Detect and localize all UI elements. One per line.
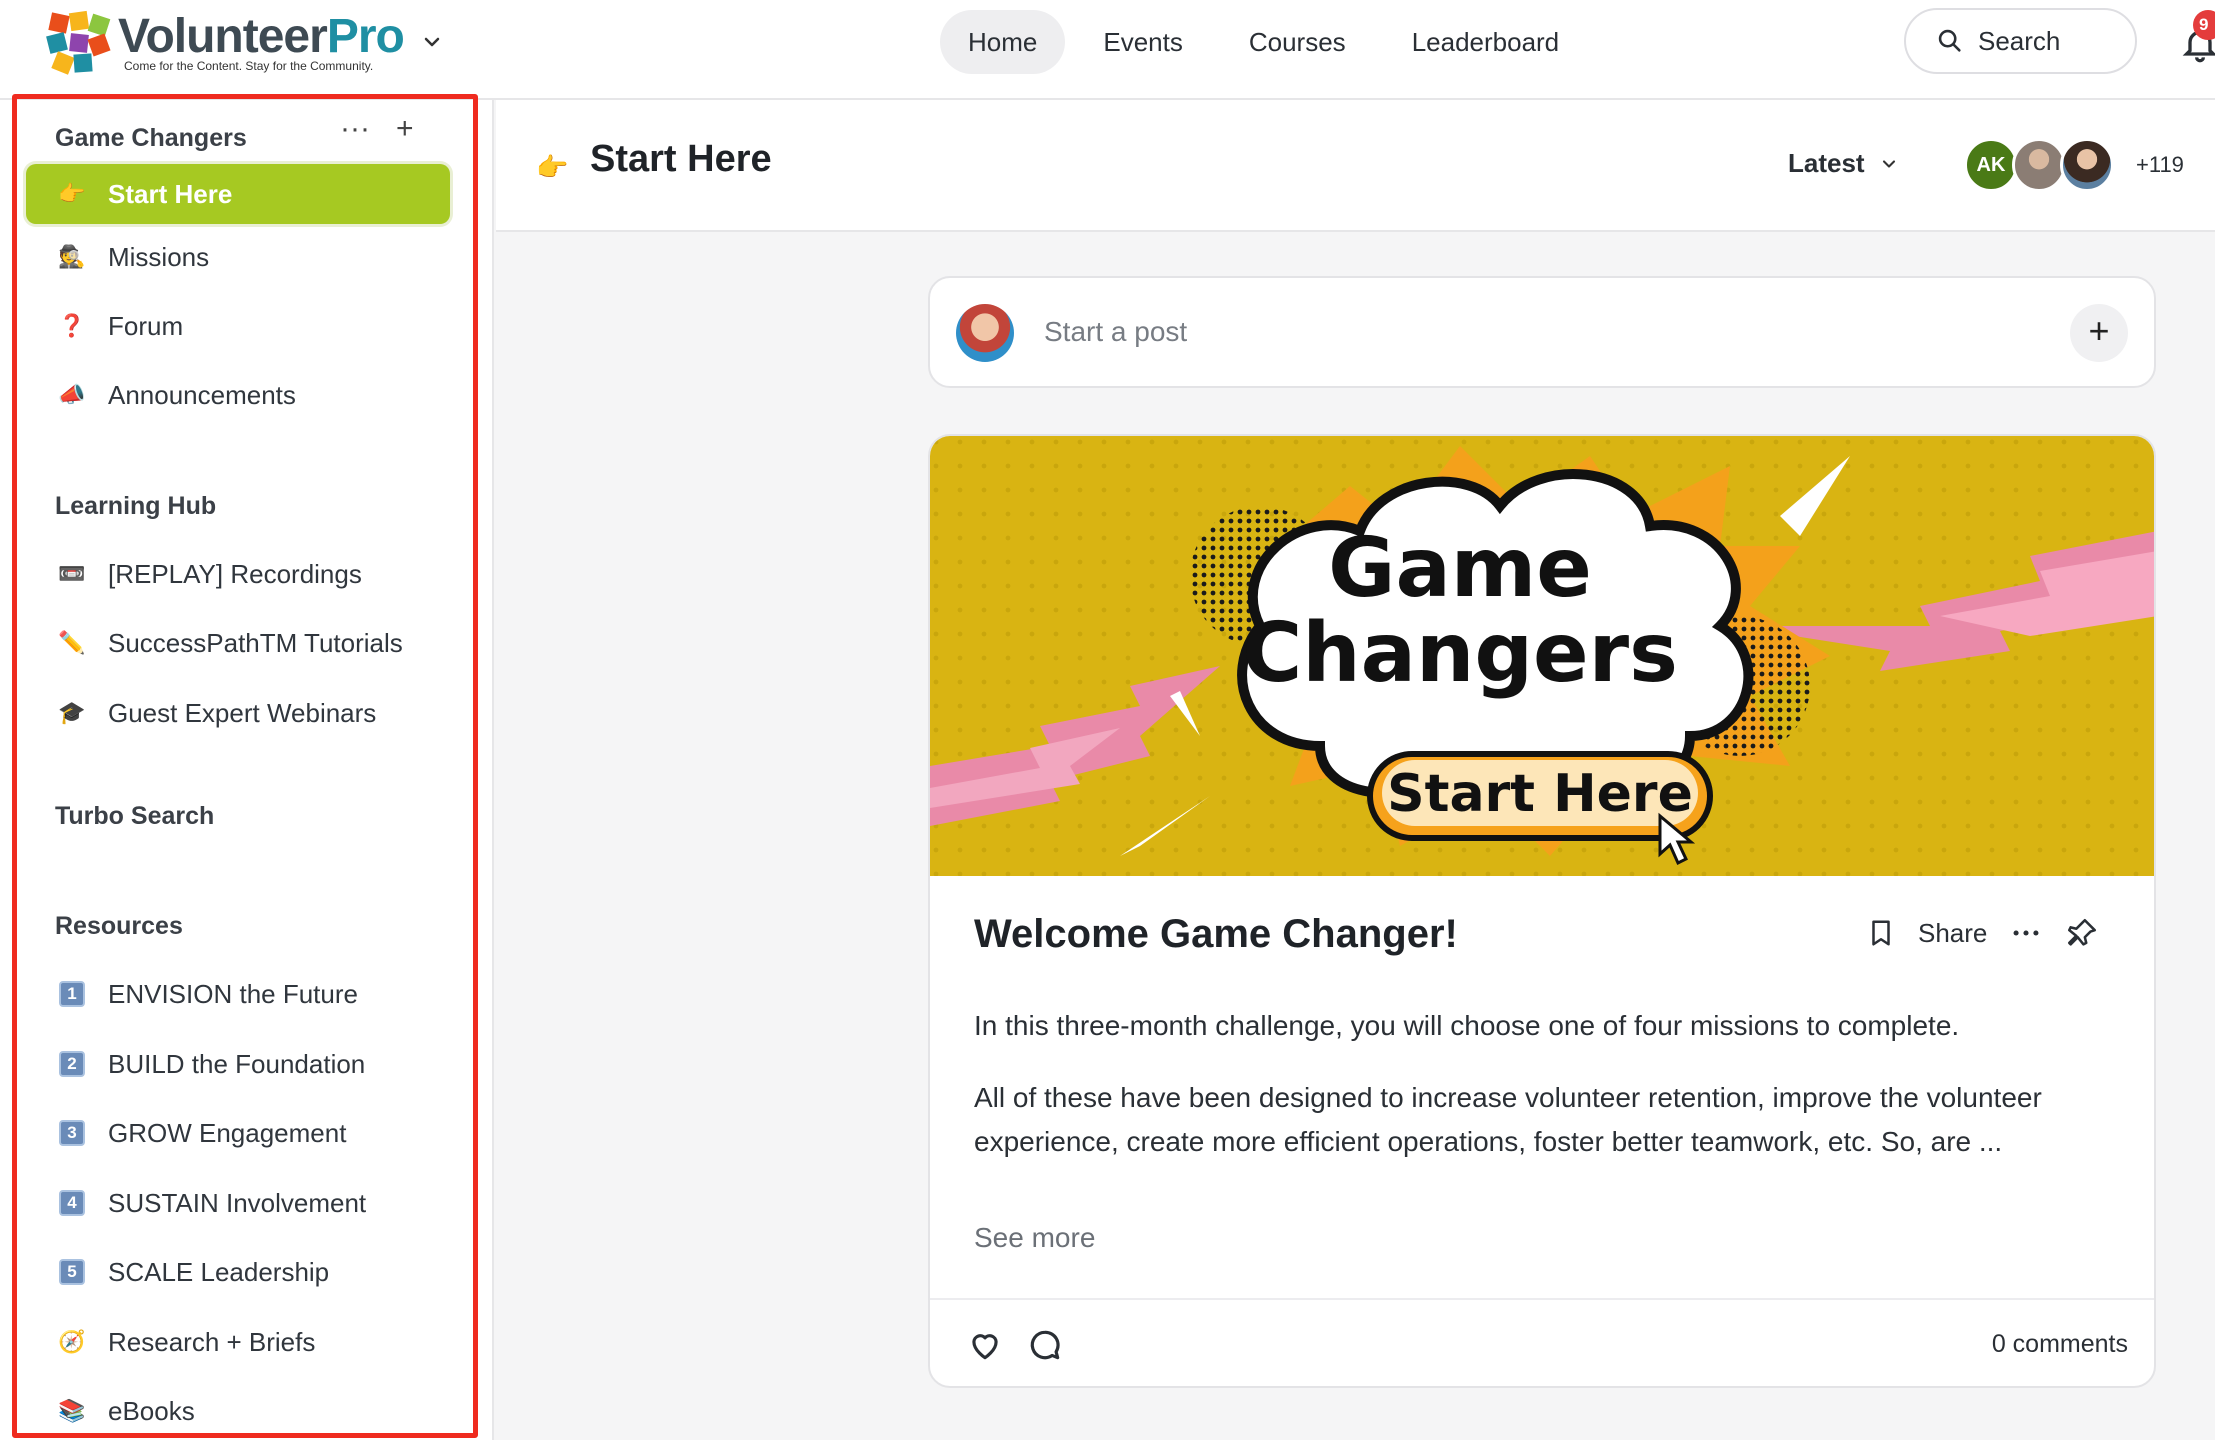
search-button[interactable]: Search	[1904, 8, 2137, 74]
sidebar-item-start-here[interactable]: 👉 Start Here	[26, 164, 450, 224]
main-nav: Home Events Courses Leaderboard	[940, 10, 1587, 74]
section-title-resources[interactable]: Resources	[55, 912, 183, 941]
nav-events[interactable]: Events	[1075, 10, 1211, 74]
share-button[interactable]: Share	[1918, 918, 1987, 949]
nav-courses[interactable]: Courses	[1221, 10, 1374, 74]
comment-icon[interactable]	[1026, 1326, 1064, 1364]
sidebar-item-ebooks[interactable]: 📚 eBooks	[26, 1381, 450, 1440]
sidebar-item-label: BUILD the Foundation	[108, 1048, 366, 1079]
sidebar-item-research-briefs[interactable]: 🧭 Research + Briefs	[26, 1312, 450, 1372]
post-composer[interactable]: Start a post +	[928, 276, 2156, 388]
post-paragraph: All of these have been designed to incre…	[974, 1082, 2042, 1157]
sidebar-item-sustain[interactable]: 4 SUSTAIN Involvement	[26, 1173, 450, 1233]
section-title-game-changers[interactable]: Game Changers	[55, 124, 247, 153]
search-label: Search	[1978, 25, 2061, 56]
comments-count[interactable]: 0 comments	[1992, 1330, 2128, 1359]
page-title: Start Here	[590, 138, 772, 180]
compass-icon: 🧭	[58, 1329, 86, 1354]
keycap-1-icon: 1	[56, 978, 88, 1010]
banner-line2: Changers	[1242, 606, 1678, 701]
composer-placeholder[interactable]: Start a post	[1044, 316, 1187, 348]
brand-name: VolunteerPro	[118, 10, 405, 63]
avatar	[956, 304, 1014, 362]
sort-dropdown[interactable]: Latest	[1788, 148, 1899, 179]
videocassette-icon: 📼	[58, 561, 86, 586]
sidebar-item-label: SUSTAIN Involvement	[108, 1187, 367, 1218]
keycap-4-icon: 4	[56, 1187, 88, 1219]
sidebar-item-label: SuccessPathTM Tutorials	[108, 627, 403, 658]
pointing-hand-icon: 👉	[536, 152, 569, 182]
pointing-hand-icon: 👉	[58, 181, 86, 206]
sidebar-item-envision[interactable]: 1 ENVISION the Future	[26, 964, 450, 1024]
notification-badge: 9	[2193, 10, 2215, 40]
sidebar-item-label: Research + Briefs	[108, 1326, 316, 1357]
megaphone-icon: 📣	[58, 382, 86, 407]
sort-label: Latest	[1788, 148, 1865, 178]
sidebar-item-guest-expert-webinars[interactable]: 🎓 Guest Expert Webinars	[26, 683, 450, 743]
post-footer: 0 comments	[930, 1298, 2154, 1386]
sidebar-item-label: Announcements	[108, 379, 296, 410]
banner-line1: Game	[1328, 521, 1592, 616]
sidebar-item-label: GROW Engagement	[108, 1117, 347, 1148]
post-actions: Share	[1866, 916, 2099, 950]
add-icon[interactable]: +	[396, 112, 414, 146]
member-avatars[interactable]: AK	[1964, 138, 2114, 192]
post-banner-image: Game Changers Start Here	[930, 436, 2154, 876]
logo-mark-icon	[46, 10, 114, 75]
chevron-down-icon[interactable]	[420, 30, 444, 54]
more-options-icon[interactable]	[2009, 916, 2043, 950]
sidebar-item-label: Start Here	[108, 178, 233, 209]
pencil-icon: ✏️	[58, 630, 86, 655]
sidebar-item-label: SCALE Leadership	[108, 1256, 330, 1287]
sidebar-item-forum[interactable]: ❓ Forum	[26, 296, 450, 356]
books-icon: 📚	[58, 1398, 86, 1423]
graduation-cap-icon: 🎓	[58, 700, 86, 725]
sidebar-item-label: ENVISION the Future	[108, 978, 358, 1009]
post-paragraph: In this three-month challenge, you will …	[974, 1010, 1960, 1041]
question-mark-icon: ❓	[58, 313, 86, 338]
bookmark-icon[interactable]	[1866, 916, 1896, 950]
detective-icon: 🕵	[58, 244, 86, 269]
keycap-3-icon: 3	[56, 1117, 88, 1149]
keycap-2-icon: 2	[56, 1048, 88, 1080]
see-more-link[interactable]: See more	[974, 1222, 1095, 1254]
add-post-button[interactable]: +	[2070, 304, 2128, 362]
pin-icon[interactable]	[2065, 916, 2099, 950]
sidebar-item-label: eBooks	[108, 1395, 195, 1426]
top-header: VolunteerPro Come for the Content. Stay …	[0, 0, 2215, 100]
sidebar-item-label: Guest Expert Webinars	[108, 697, 377, 728]
sidebar-item-successpath-tutorials[interactable]: ✏️ SuccessPathTM Tutorials	[26, 613, 450, 673]
avatar[interactable]	[2060, 138, 2114, 192]
post-card: Game Changers Start Here Welcome Game Ch…	[928, 434, 2156, 1388]
chevron-down-icon	[1882, 159, 1895, 168]
brand-tagline: Come for the Content. Stay for the Commu…	[124, 59, 374, 73]
sidebar-item-announcements[interactable]: 📣 Announcements	[26, 365, 450, 425]
sidebar-item-label: Forum	[108, 310, 184, 341]
sidebar: Game Changers ··· + 👉 Start Here 🕵 Missi…	[0, 100, 494, 1440]
section-title-learning-hub[interactable]: Learning Hub	[55, 492, 216, 521]
sidebar-item-scale[interactable]: 5 SCALE Leadership	[26, 1242, 450, 1302]
more-options-icon[interactable]: ···	[340, 112, 370, 146]
post-title[interactable]: Welcome Game Changer!	[974, 912, 1458, 957]
member-count[interactable]: +119	[2136, 152, 2184, 178]
nav-home[interactable]: Home	[940, 10, 1066, 74]
banner-button: Start Here	[1387, 764, 1693, 824]
search-icon	[1938, 29, 1961, 52]
sidebar-item-label: Missions	[108, 241, 210, 272]
keycap-5-icon: 5	[56, 1256, 88, 1288]
sidebar-item-replay-recordings[interactable]: 📼 [REPLAY] Recordings	[26, 544, 450, 604]
sidebar-item-missions[interactable]: 🕵 Missions	[26, 227, 450, 287]
heart-icon[interactable]	[966, 1326, 1004, 1364]
avatar[interactable]: AK	[1964, 138, 2018, 192]
sidebar-item-build[interactable]: 2 BUILD the Foundation	[26, 1034, 450, 1094]
nav-leaderboard[interactable]: Leaderboard	[1384, 10, 1587, 74]
avatar[interactable]	[2012, 138, 2066, 192]
sidebar-item-label: [REPLAY] Recordings	[108, 558, 362, 589]
sidebar-item-grow[interactable]: 3 GROW Engagement	[26, 1103, 450, 1163]
section-title-turbo-search[interactable]: Turbo Search	[55, 802, 214, 831]
space-header: 👉 Start Here Latest AK +119	[496, 100, 2215, 232]
brand-logo[interactable]: VolunteerPro Come for the Content. Stay …	[46, 8, 448, 78]
